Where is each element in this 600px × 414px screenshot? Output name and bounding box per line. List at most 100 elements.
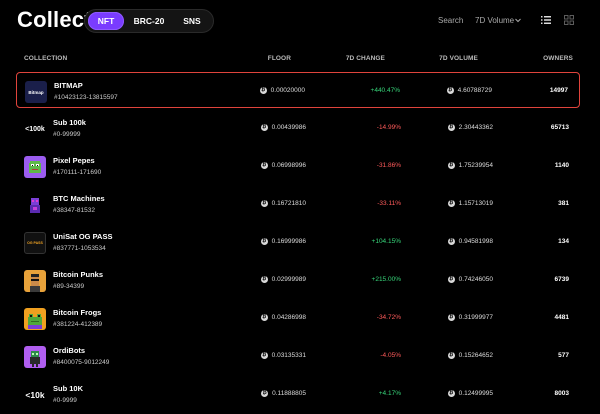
sort-dropdown[interactable]: 7D Volume (475, 16, 514, 25)
table-row[interactable]: <10k Sub 10K #0-9999 ₿ 0.11888805 +4.17% … (16, 376, 580, 412)
collection-thumbnail: <10k (24, 384, 46, 406)
tab-nft[interactable]: NFT (88, 12, 124, 30)
volume-value: 0.74246050 (458, 276, 493, 283)
floor-value: 0.16721810 (271, 200, 306, 207)
volume: ₿ 1.75239954 (447, 162, 493, 169)
bitcoin-icon: ₿ (447, 124, 455, 131)
bitcoin-icon: ₿ (447, 200, 455, 207)
volume-value: 0.12499995 (458, 390, 493, 397)
pepe-thumbnail-icon (24, 156, 46, 178)
thumbnail-label: <100k (25, 125, 45, 133)
category-tab-group: NFT BRC-20 SNS (84, 9, 214, 33)
floor-price: ₿ 0.06998996 (260, 162, 306, 169)
owners-count: 577 (558, 352, 569, 359)
tab-brc20[interactable]: BRC-20 (129, 12, 169, 30)
table-row[interactable]: Bitcoin Punks #89-34399 ₿ 0.02999989 +215… (16, 262, 580, 298)
collection-thumbnail: OG PASS (24, 232, 46, 254)
bitcoin-icon: ₿ (447, 390, 455, 397)
volume-value: 2.30443362 (458, 124, 493, 131)
inscription-range: #381224-412389 (53, 321, 103, 328)
volume-value: 0.31999977 (458, 314, 493, 321)
change-value: -4.05% (380, 352, 401, 359)
owners-count: 8003 (554, 390, 569, 397)
bitcoin-icon: ₿ (260, 200, 268, 207)
collection-name: OrdiBots (53, 346, 86, 355)
collection-name: Sub 100k (53, 118, 86, 127)
frog-thumbnail-icon (24, 308, 46, 330)
collection-name: BTC Machines (53, 194, 105, 203)
table-row[interactable]: Pixel Pepes #170111-171690 ₿ 0.06998996 -… (16, 148, 580, 184)
table-row[interactable]: Bitmap BITMAP #10423123-13815597 ₿ 0.0002… (16, 72, 580, 108)
volume: ₿ 1.15713019 (447, 200, 493, 207)
volume-value: 0.94581998 (458, 238, 493, 245)
thumbnail-label: OG PASS (27, 241, 43, 245)
chevron-down-icon[interactable] (514, 16, 522, 24)
volume: ₿ 0.74246050 (447, 276, 493, 283)
floor-price: ₿ 0.11888805 (261, 390, 306, 397)
table-row[interactable]: BTC Machines #38347-81532 ₿ 0.16721810 -3… (16, 186, 580, 222)
collection-name: UniSat OG PASS (53, 232, 113, 241)
change-value: -33.11% (377, 200, 401, 207)
owners-count: 14997 (549, 87, 568, 94)
inscription-range: #38347-81532 (53, 207, 95, 214)
bitcoin-icon: ₿ (259, 87, 267, 94)
inscription-range: #10423123-13815597 (54, 94, 118, 101)
change-value: +4.17% (378, 390, 401, 397)
column-header-7d-volume[interactable]: 7D VOLUME (439, 55, 478, 62)
owners-count: 381 (558, 200, 569, 207)
table-row[interactable]: <100k Sub 100k #0-99999 ₿ 0.00439986 -14.… (16, 110, 580, 146)
floor-value: 0.00439986 (271, 124, 306, 131)
volume-value: 1.75239954 (458, 162, 493, 169)
pepe-icon (29, 161, 41, 173)
page-title: Collect (17, 7, 92, 32)
thumbnail-label: <10k (25, 390, 45, 400)
floor-price: ₿ 0.00439986 (260, 124, 306, 131)
volume: ₿ 0.31999977 (447, 314, 493, 321)
bitcoin-icon: ₿ (260, 352, 268, 359)
column-header-collection[interactable]: COLLECTION (24, 55, 67, 62)
floor-value: 0.02999989 (271, 276, 306, 283)
change-value: -34.72% (376, 314, 401, 321)
frog-icon (28, 314, 42, 329)
punk-icon (30, 274, 40, 292)
inscription-range: #170111-171690 (53, 169, 102, 176)
owners-count: 4481 (554, 314, 569, 321)
column-header-owners[interactable]: OWNERS (543, 55, 573, 62)
inscription-range: #0-99999 (53, 131, 81, 138)
punk-thumbnail-icon (24, 270, 46, 292)
bitcoin-icon: ₿ (447, 314, 455, 321)
list-view-icon[interactable] (541, 15, 551, 25)
top-bar: Collect NFT BRC-20 SNS Search 7D Volume (0, 0, 600, 44)
floor-value: 0.06998996 (271, 162, 306, 169)
bitcoin-icon: ₿ (260, 124, 268, 131)
table-row[interactable]: OG PASS UniSat OG PASS #837771-1053534 ₿… (16, 224, 580, 260)
owners-count: 6739 (554, 276, 569, 283)
volume: ₿ 2.30443362 (447, 124, 493, 131)
table-row[interactable]: Bitcoin Frogs #381224-412389 ₿ 0.04286998… (16, 300, 580, 336)
tab-sns[interactable]: SNS (175, 12, 209, 30)
floor-value: 0.16999986 (271, 238, 306, 245)
floor-value: 0.11888805 (272, 390, 306, 397)
collection-thumbnail: <100k (24, 118, 46, 140)
volume-value: 1.15713019 (458, 200, 493, 207)
column-header-7d-change[interactable]: 7D CHANGE (346, 55, 385, 62)
robot-icon (30, 351, 40, 367)
table-header: COLLECTION FLOOR 7D CHANGE 7D VOLUME OWN… (0, 53, 600, 65)
bitcoin-icon: ₿ (446, 87, 454, 94)
change-value: +440.47% (370, 87, 400, 94)
floor-price: ₿ 0.04286998 (260, 314, 306, 321)
column-header-floor[interactable]: FLOOR (268, 55, 291, 62)
floor-value: 0.04286998 (271, 314, 306, 321)
search-button[interactable]: Search (438, 16, 463, 25)
robot-icon (30, 198, 40, 213)
table-row[interactable]: OrdiBots #8400075-9012249 ₿ 0.03135331 -4… (16, 338, 580, 374)
volume: ₿ 0.94581998 (447, 238, 493, 245)
owners-count: 1140 (554, 162, 569, 169)
floor-price: ₿ 0.16721810 (260, 200, 306, 207)
floor-price: ₿ 0.00020000 (259, 87, 305, 94)
floor-price: ₿ 0.03135331 (260, 352, 306, 359)
grid-view-icon[interactable] (564, 15, 574, 25)
volume: ₿ 4.60788729 (446, 87, 492, 94)
owners-count: 65713 (550, 124, 569, 131)
bitcoin-icon: ₿ (260, 238, 268, 245)
